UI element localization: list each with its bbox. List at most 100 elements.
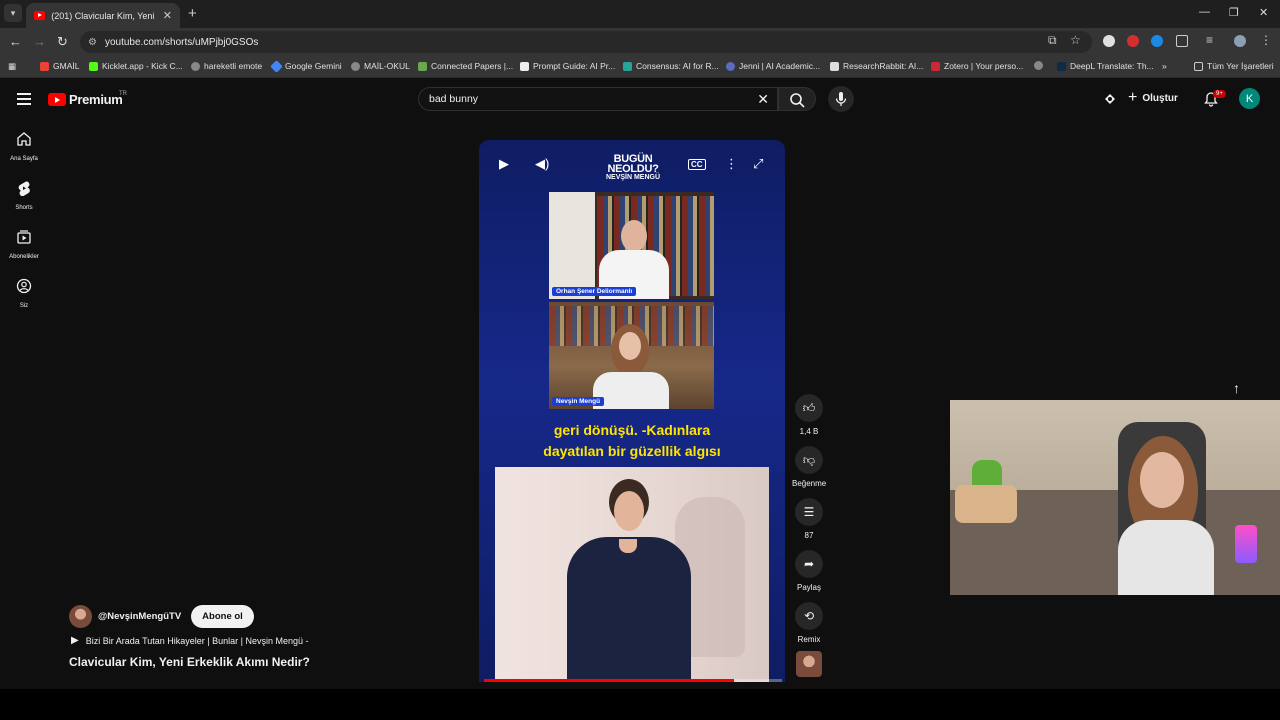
youtube-favicon-icon — [34, 11, 46, 20]
create-button[interactable]: + Oluştur — [1128, 89, 1178, 107]
streamer-shirt — [1118, 520, 1214, 595]
fullscreen-icon[interactable]: ⤢ — [753, 156, 763, 172]
bookmark-item[interactable]: Google Gemini — [270, 59, 342, 73]
host-video-frame: Nevşin Mengü — [549, 302, 714, 409]
channel-name[interactable]: @NevşinMengüTV — [98, 611, 181, 622]
sound-thumbnail[interactable] — [796, 651, 822, 677]
rgb-light — [1235, 525, 1257, 563]
dislike-button[interactable]: 👎︎ Beğenme — [792, 446, 826, 488]
browser-toolbar: ← → ↻ ⚙ youtube.com/shorts/uMPjbj0GSOs ⧉… — [0, 28, 1280, 56]
bookmark-item[interactable]: GMAİL — [40, 61, 79, 71]
extensions-puzzle-icon[interactable] — [1176, 35, 1188, 47]
streamer-face — [1140, 452, 1184, 508]
more-options-icon[interactable]: ⋮ — [725, 156, 738, 172]
youtube-logo[interactable]: Premium — [48, 92, 123, 107]
media-controls-icon[interactable]: ≡ — [1206, 33, 1213, 47]
tab-search-button[interactable]: ▾ — [4, 4, 22, 22]
prompt-guide-icon — [520, 61, 529, 71]
tab-title: (201) Clavicular Kim, Yeni Erkekli — [51, 10, 156, 21]
comments-button[interactable]: ☰ 87 — [792, 498, 826, 540]
subscribe-button[interactable]: Abone ol — [191, 605, 254, 628]
restore-icon[interactable]: ❐ — [1229, 6, 1239, 19]
minimize-icon[interactable]: — — [1199, 6, 1210, 18]
close-window-icon[interactable]: ✕ — [1259, 6, 1268, 19]
forward-icon[interactable]: → — [33, 34, 46, 49]
all-bookmarks-folder[interactable]: Tüm Yer İşaretleri — [1194, 61, 1274, 71]
like-button[interactable]: 👍︎ 1,4 B — [792, 394, 826, 436]
channel-avatar[interactable] — [69, 605, 92, 628]
voice-search-button[interactable] — [828, 86, 854, 112]
comment-icon: ☰ — [795, 498, 823, 526]
more-bookmarks-icon[interactable]: » — [1162, 61, 1167, 71]
playlist-link[interactable]: ▶ Bizi Bir Arada Tutan Hikayeler | Bunla… — [71, 635, 308, 646]
share-button[interactable]: ➦ Paylaş — [792, 550, 826, 592]
model-face — [614, 491, 644, 531]
tab-strip: ▾ (201) Clavicular Kim, Yeni Erkekli ✕ +… — [0, 0, 1280, 28]
new-tab-icon[interactable]: + — [188, 5, 197, 22]
bookmark-item[interactable]: Prompt Guide: AI Pr... — [520, 61, 615, 71]
guide-item-shorts[interactable]: Shorts — [0, 180, 48, 211]
guide-menu-icon[interactable] — [17, 93, 31, 108]
shorts-video-player[interactable]: ▶ ◀) BUGÜN NEOLDU? NEVŞİN MENGÜ CC ⋮ ⤢ O… — [479, 140, 785, 682]
subtitle-line: dayatılan bir güzellik algısı — [543, 443, 721, 459]
bookmark-item[interactable]: ResearchRabbit: AI... — [830, 61, 923, 71]
show-logo-title: BUGÜN NEOLDU? — [607, 153, 659, 175]
bookmark-item[interactable]: Connected Papers |... — [418, 61, 513, 71]
bookmark-item[interactable]: Kicklet.app - Kick C... — [89, 61, 183, 71]
url-text[interactable]: youtube.com/shorts/uMPjbj0GSOs — [105, 37, 258, 48]
video-title[interactable]: Clavicular Kim, Yeni Erkeklik Akımı Nedi… — [69, 655, 310, 669]
guide-item-home[interactable]: Ana Sayfa — [0, 131, 48, 162]
extension-icon[interactable] — [1103, 35, 1115, 47]
bookmark-item[interactable]: Jenni | AI Academic... — [726, 61, 820, 71]
jenni-icon — [726, 61, 735, 71]
tab-active[interactable]: (201) Clavicular Kim, Yeni Erkekli ✕ — [26, 3, 180, 28]
reload-icon[interactable]: ↻ — [57, 34, 68, 50]
account-avatar[interactable]: K — [1239, 88, 1260, 109]
guide-item-subscriptions[interactable]: Abonelikler — [0, 229, 48, 260]
video-progress-bar[interactable] — [484, 679, 782, 682]
model-photo — [495, 467, 769, 682]
search-input[interactable]: bad bunny ✕ — [418, 87, 778, 111]
bookmark-item[interactable]: hareketli emote — [191, 61, 262, 71]
bookmark-item[interactable]: Consensus: AI for R... — [623, 61, 719, 71]
captions-icon[interactable]: CC — [688, 159, 706, 170]
search-button[interactable] — [778, 87, 816, 111]
search-value[interactable]: bad bunny — [429, 93, 478, 105]
bottom-bar — [0, 689, 1280, 720]
gmail-icon — [40, 61, 49, 71]
bookmark-item[interactable]: Zotero | Your perso... — [931, 61, 1023, 71]
guide-item-you[interactable]: Siz — [0, 278, 48, 309]
remix-button[interactable]: ⟲ Remix — [792, 602, 826, 644]
clear-search-icon[interactable]: ✕ — [757, 91, 769, 108]
guide-label: Ana Sayfa — [10, 156, 38, 162]
video-subtitle: geri dönüşü. -Kadınlara dayatılan bir gü… — [479, 420, 785, 462]
guide-label: Siz — [19, 303, 29, 309]
logo-text: Premium — [69, 92, 123, 107]
dislike-label: Beğenme — [792, 479, 827, 488]
bookmark-item[interactable]: DeepL Translate: Th... — [1057, 61, 1154, 71]
cast-extension-icon[interactable] — [1102, 91, 1118, 107]
bookmark-star-icon[interactable]: ☆ — [1070, 33, 1081, 47]
profile-avatar-icon[interactable] — [1234, 35, 1246, 47]
bookmark-item[interactable]: MAİL-OKUL — [351, 61, 410, 71]
globe-icon — [191, 61, 200, 71]
bookmark-item[interactable] — [1034, 61, 1043, 70]
previous-video-arrow-icon[interactable]: ↑ — [1233, 380, 1240, 396]
extension-icon[interactable] — [1151, 35, 1163, 47]
play-icon[interactable]: ▶ — [499, 156, 509, 172]
consensus-icon — [623, 61, 632, 71]
extension-icon[interactable] — [1127, 35, 1139, 47]
browser-menu-icon[interactable]: ⋮ — [1260, 33, 1272, 47]
show-logo-subtitle: NEVŞİN MENGÜ — [605, 174, 661, 181]
back-icon[interactable]: ← — [9, 34, 22, 49]
model-shirt — [567, 537, 691, 682]
research-rabbit-icon — [830, 61, 839, 71]
install-app-icon[interactable]: ⧉ — [1048, 33, 1057, 48]
tab-close-icon[interactable]: ✕ — [163, 9, 172, 22]
volume-icon[interactable]: ◀) — [535, 156, 549, 172]
apps-grid-icon[interactable]: ▦ — [8, 61, 16, 72]
site-info-icon[interactable]: ⚙ — [88, 37, 97, 48]
address-bar[interactable]: ⚙ youtube.com/shorts/uMPjbj0GSOs — [80, 31, 1092, 53]
search-icon — [790, 93, 805, 108]
folder-icon — [1194, 61, 1203, 71]
